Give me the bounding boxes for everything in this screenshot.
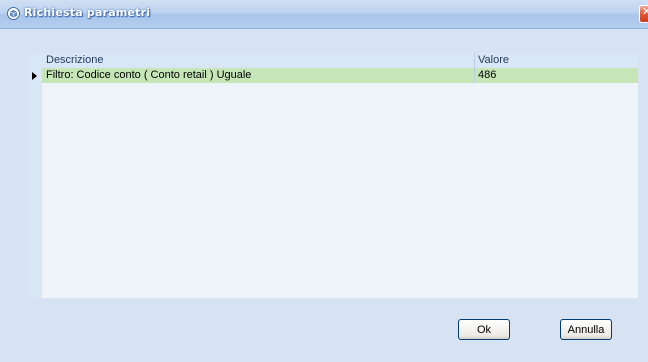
dialog-title: Richiesta parametri: [24, 6, 151, 19]
column-header-descrizione[interactable]: Descrizione: [46, 54, 103, 66]
ok-button[interactable]: Ok: [458, 319, 510, 340]
title-bar[interactable]: Richiesta parametri ✕: [0, 0, 648, 29]
parameters-grid: Descrizione Valore Filtro: Codice conto …: [28, 53, 638, 298]
column-divider[interactable]: [474, 53, 475, 83]
current-row-arrow-icon: [32, 72, 37, 80]
grid-header: Descrizione Valore: [28, 53, 638, 68]
table-row[interactable]: Filtro: Codice conto ( Conto retail ) Ug…: [42, 68, 638, 83]
app-icon: [7, 7, 20, 20]
close-icon: ✕: [642, 5, 648, 18]
column-header-valore[interactable]: Valore: [478, 54, 509, 66]
row-indicator-column: [28, 53, 42, 298]
cell-valore[interactable]: 486: [478, 69, 496, 81]
cell-descrizione[interactable]: Filtro: Codice conto ( Conto retail ) Ug…: [46, 69, 251, 81]
cancel-button[interactable]: Annulla: [560, 319, 612, 340]
dialog-window: Richiesta parametri ✕ Descrizione Valore…: [0, 0, 648, 362]
close-button[interactable]: ✕: [639, 5, 648, 23]
